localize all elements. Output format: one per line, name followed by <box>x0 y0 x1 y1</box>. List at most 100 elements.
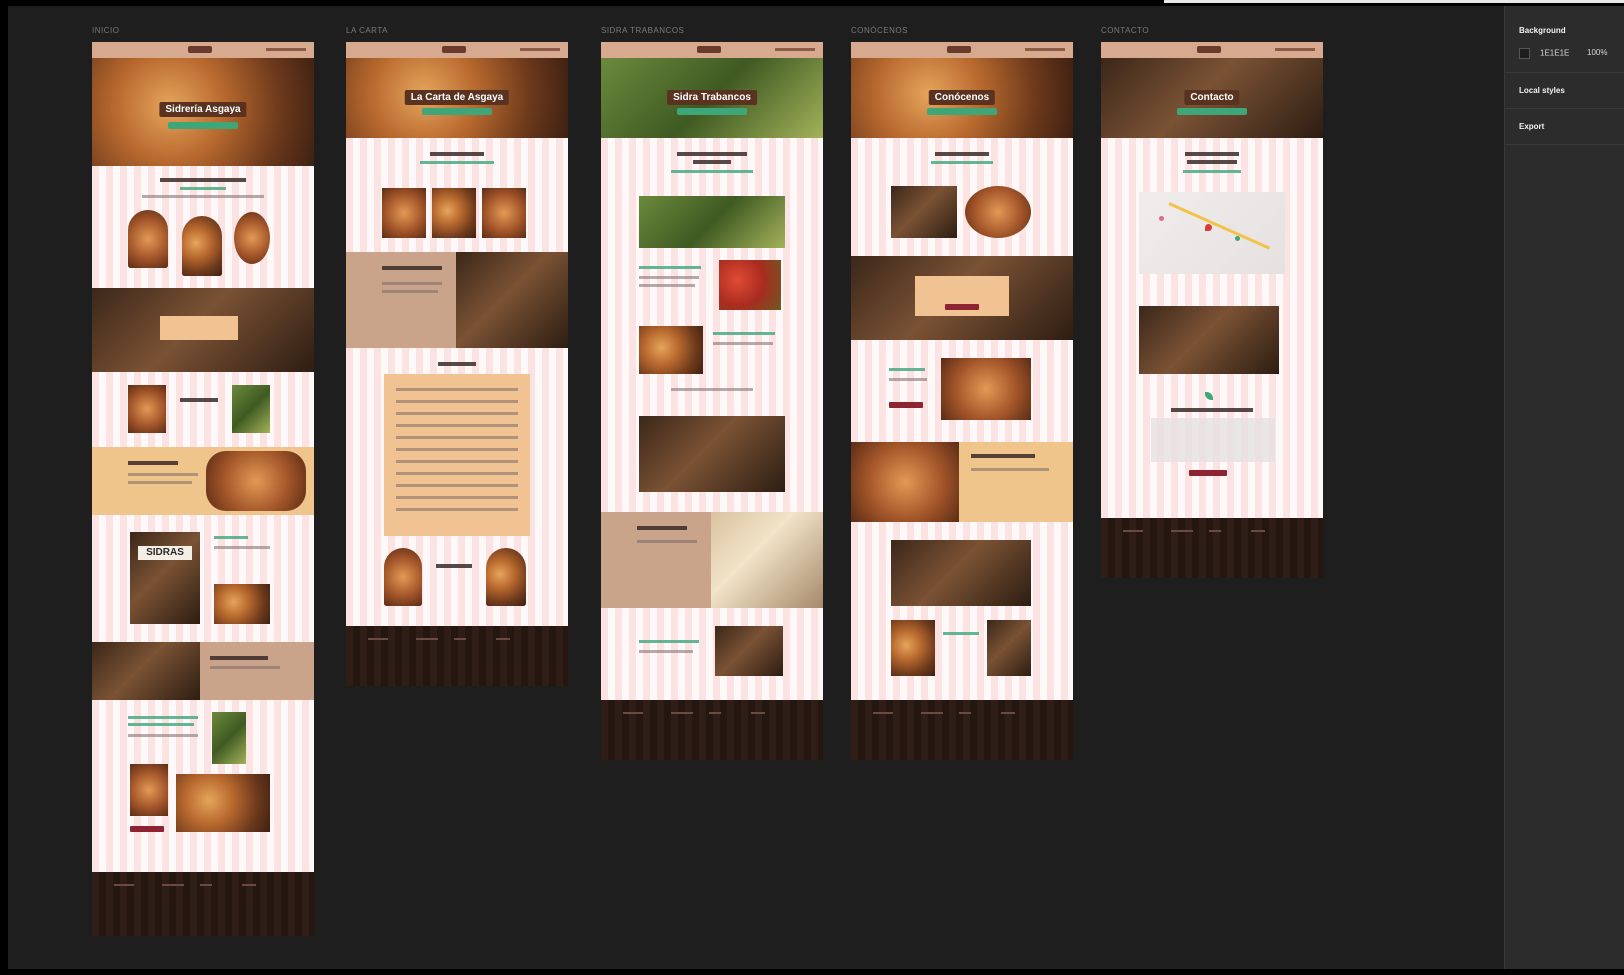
footer-line <box>671 712 693 714</box>
band-heading <box>210 656 268 660</box>
frame-label-sidra-trabancos[interactable]: SIDRA TRABANCOS <box>601 26 684 35</box>
photo-arch <box>182 216 222 276</box>
form-submit-button <box>1189 470 1227 476</box>
text-line <box>639 266 701 269</box>
hero-button <box>677 108 747 115</box>
footer-line <box>114 884 134 886</box>
hero-image: La Carta de Asgaya <box>346 58 568 138</box>
local-styles-label[interactable]: Local styles <box>1519 86 1565 95</box>
text-line <box>128 723 194 726</box>
logo <box>697 46 721 53</box>
frame-la-carta[interactable]: La Carta de Asgaya <box>346 42 568 686</box>
band-text <box>210 666 280 669</box>
site-nav <box>346 42 568 58</box>
export-label[interactable]: Export <box>1519 122 1544 131</box>
frame-label-contacto[interactable]: CONTACTO <box>1101 26 1149 35</box>
hero-button <box>422 108 492 115</box>
frame-conocenos[interactable]: Conócenos <box>851 42 1073 760</box>
tan-band <box>92 642 314 700</box>
paragraph-line <box>142 195 264 198</box>
footer-line <box>162 884 184 886</box>
hero-image: Contacto <box>1101 58 1323 138</box>
hero-button <box>1177 108 1247 115</box>
footer-line <box>1123 530 1143 532</box>
footer-line <box>751 712 765 714</box>
section-subheading <box>420 161 494 164</box>
text-line <box>889 378 927 381</box>
photo-arch <box>128 210 168 268</box>
map-pin-icon <box>1205 224 1212 231</box>
text-line <box>128 716 198 719</box>
photo <box>639 326 703 374</box>
band-heading <box>637 526 687 530</box>
footer-line <box>368 638 388 640</box>
frame-label-la-carta[interactable]: LA CARTA <box>346 26 388 35</box>
site-footer <box>92 872 314 936</box>
hero-title: Sidrería Asgaya <box>159 102 247 117</box>
band-text <box>637 540 697 543</box>
footer-line <box>921 712 943 714</box>
photo-arch <box>486 548 526 606</box>
photo <box>214 584 270 624</box>
hero-button <box>927 108 997 115</box>
text-line <box>128 734 198 737</box>
section-subheading <box>1183 170 1241 173</box>
band-photo <box>456 252 568 348</box>
sidras-sign: SIDRAS <box>138 546 192 560</box>
cta-button <box>130 826 164 832</box>
text-line <box>436 564 472 568</box>
section-subheading <box>180 187 226 190</box>
callout-box <box>915 276 1009 316</box>
nav-links <box>1275 48 1315 51</box>
bar-interior-image <box>851 256 1073 340</box>
site-nav <box>851 42 1073 58</box>
menu-line <box>396 424 518 427</box>
design-canvas[interactable]: INICIO Sidrería Asgaya SIDRAS LA CARTA L… <box>8 6 1504 969</box>
nav-links <box>1025 48 1065 51</box>
text-line <box>214 536 248 539</box>
section-subheading <box>931 161 993 164</box>
site-nav <box>1101 42 1323 58</box>
photo <box>987 620 1031 676</box>
section-heading <box>430 152 484 156</box>
background-opacity[interactable]: 100% <box>1587 48 1607 57</box>
text-line <box>639 276 699 279</box>
menu-line <box>396 412 518 415</box>
section-heading <box>160 178 246 182</box>
crates-photo <box>639 196 785 248</box>
text-line <box>713 342 773 345</box>
menu-line <box>396 448 518 451</box>
footer-line <box>496 638 510 640</box>
photo-round <box>234 212 270 264</box>
footer-line <box>623 712 643 714</box>
site-footer <box>1101 518 1323 578</box>
panel-divider <box>1505 108 1624 109</box>
band-heading <box>971 454 1035 458</box>
map-marker-icon <box>1235 236 1240 241</box>
hero-image: Conócenos <box>851 58 1073 138</box>
photo <box>941 358 1031 420</box>
frame-contacto[interactable]: Contacto <box>1101 42 1323 578</box>
photo <box>176 774 270 832</box>
frame-sidra-trabancos[interactable]: Sidra Trabancos <box>601 42 823 760</box>
photo <box>128 385 166 433</box>
color-swatch[interactable] <box>1519 48 1530 59</box>
footer-line <box>454 638 466 640</box>
frame-inicio[interactable]: Sidrería Asgaya SIDRAS <box>92 42 314 936</box>
band-text <box>382 290 438 293</box>
section-heading <box>1187 160 1237 164</box>
menu-line <box>396 508 518 511</box>
footer-line <box>1171 530 1193 532</box>
background-color-row[interactable]: 1E1E1E <box>1519 48 1569 59</box>
frame-label-inicio[interactable]: INICIO <box>92 26 119 35</box>
contact-form <box>1151 418 1275 462</box>
background-hex[interactable]: 1E1E1E <box>1540 49 1569 58</box>
peach-band <box>851 442 1073 522</box>
hero-title: Contacto <box>1184 90 1240 105</box>
hero-title: Conócenos <box>928 90 996 105</box>
frame-label-conocenos[interactable]: CONÓCENOS <box>851 26 908 35</box>
logo <box>188 46 212 53</box>
photo <box>891 620 935 676</box>
nav-links <box>266 48 306 51</box>
menu-line <box>396 460 518 463</box>
